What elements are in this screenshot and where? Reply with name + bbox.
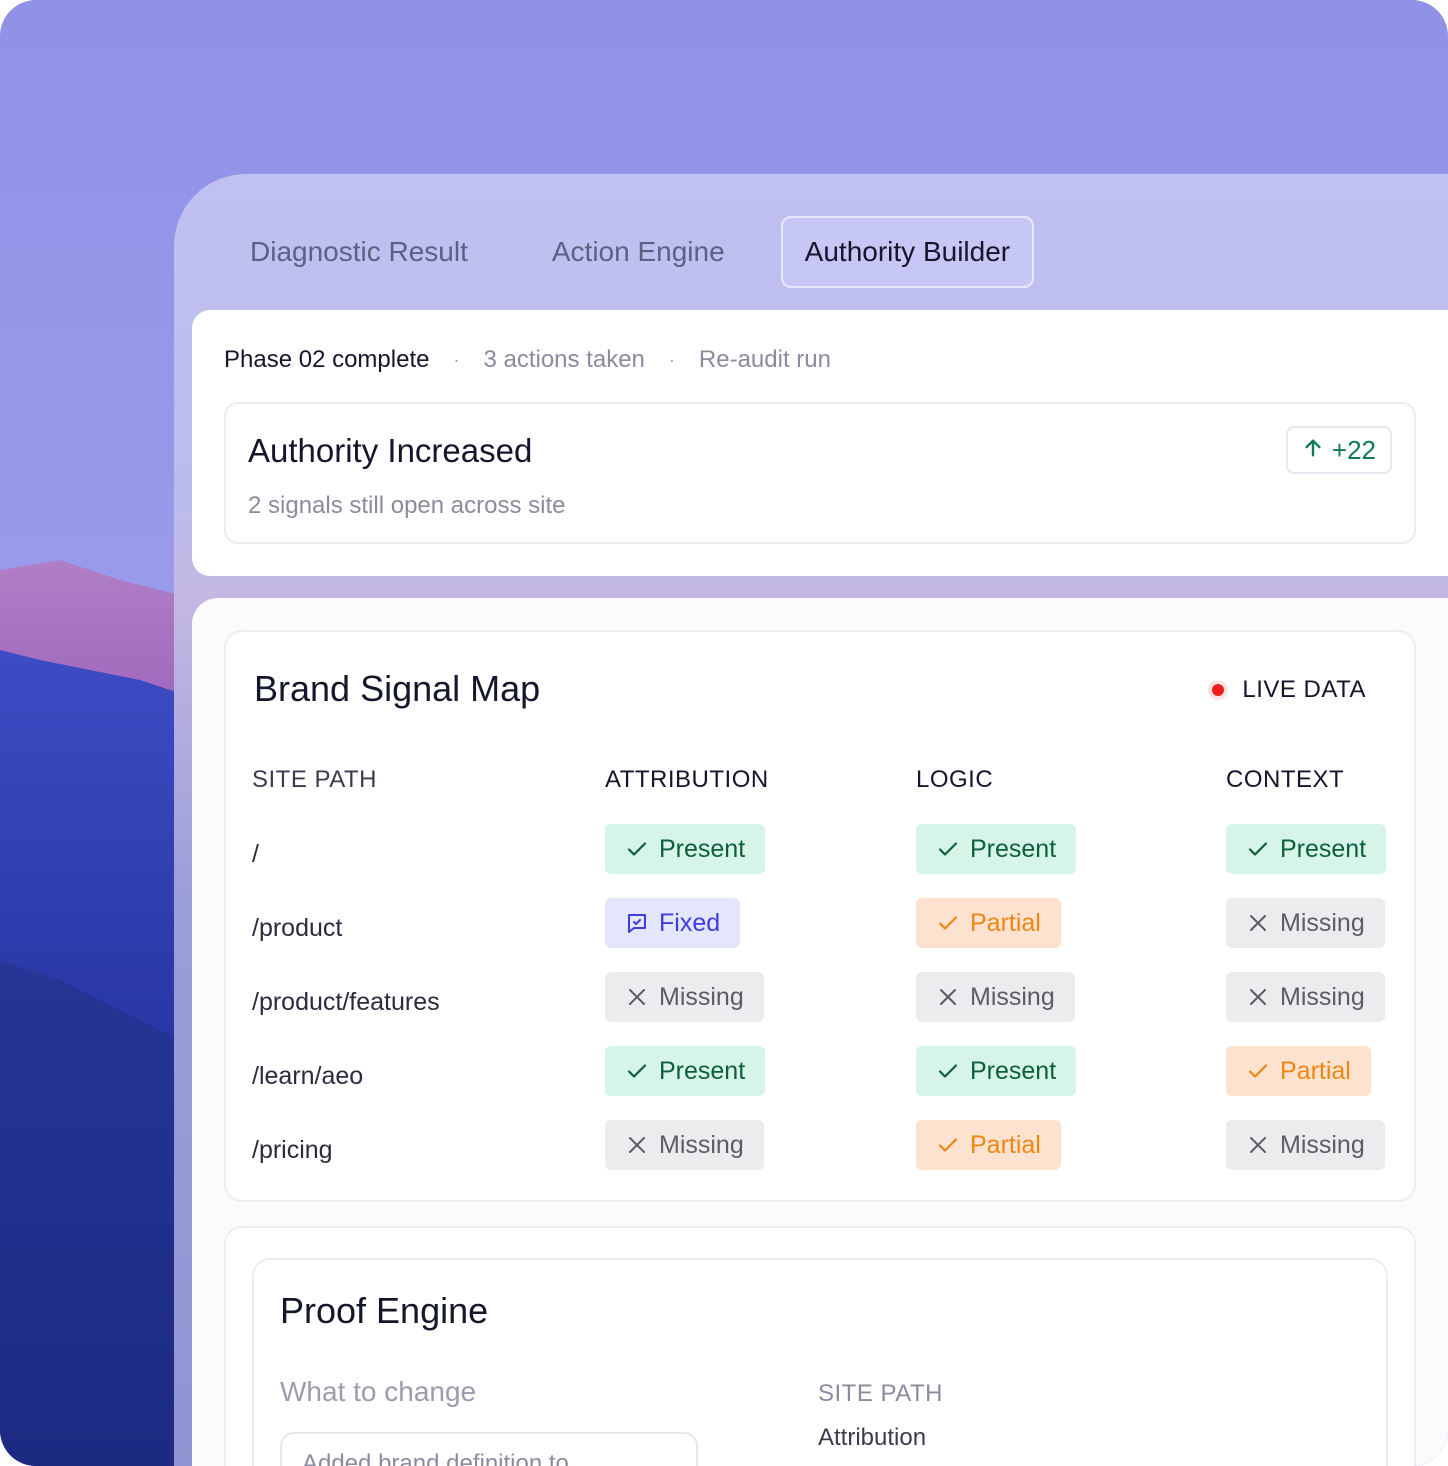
- status-pill-logic[interactable]: Partial: [916, 1120, 1061, 1170]
- status-pill-label: Partial: [970, 908, 1041, 937]
- tab-action-engine[interactable]: Action Engine: [510, 216, 767, 288]
- status-pill-label: Partial: [970, 1130, 1041, 1159]
- check-icon: [936, 837, 960, 861]
- status-pill-logic[interactable]: Present: [916, 1046, 1077, 1096]
- status-pill-context[interactable]: Partial: [1226, 1046, 1371, 1096]
- check-icon: [936, 911, 960, 935]
- status-pill-logic[interactable]: Partial: [916, 898, 1061, 948]
- tab-bar: Diagnostic Result Action Engine Authorit…: [208, 216, 1035, 288]
- status-pill-label: Partial: [1280, 1056, 1351, 1085]
- arrow-up-icon: [1302, 435, 1324, 466]
- separator-dot: ·: [453, 349, 460, 370]
- row-site-path: /: [252, 840, 259, 868]
- brand-signal-map: Brand Signal Map LIVE DATA SITE PATH ATT…: [224, 630, 1416, 1202]
- proof-attribution-label: Attribution: [818, 1424, 927, 1451]
- proof-engine-card: Proof Engine What to change SITE PATH At…: [252, 1258, 1388, 1466]
- status-pill-context[interactable]: Missing: [1226, 1120, 1385, 1170]
- authority-subtitle: 2 signals still open across site: [248, 492, 566, 519]
- column-header-context: CONTEXT: [1226, 766, 1345, 793]
- main-card: Brand Signal Map LIVE DATA SITE PATH ATT…: [192, 598, 1448, 1466]
- check-icon: [936, 1059, 960, 1083]
- reaudit-status: Re-audit run: [698, 346, 831, 373]
- status-pill-context[interactable]: Missing: [1226, 898, 1385, 948]
- status-pill-label: Missing: [1280, 1130, 1365, 1159]
- score-delta-badge: +22: [1285, 426, 1392, 474]
- live-data-indicator: LIVE DATA: [1212, 676, 1366, 704]
- what-to-change-label: What to change: [280, 1376, 477, 1407]
- status-pill-attribution[interactable]: Present: [605, 1046, 766, 1096]
- x-icon: [936, 985, 960, 1009]
- row-site-path: /learn/aeo: [252, 1062, 364, 1090]
- x-icon: [1246, 985, 1270, 1009]
- x-icon: [1246, 1133, 1270, 1157]
- signal-map-title: Brand Signal Map: [254, 668, 541, 709]
- change-description-text: Added brand definition to: [302, 1450, 569, 1466]
- check-icon: [625, 1059, 649, 1083]
- status-card: Phase 02 complete · 3 actions taken · Re…: [192, 310, 1448, 576]
- live-dot-icon: [1212, 684, 1225, 696]
- column-header-logic: LOGIC: [916, 766, 994, 793]
- status-pill-label: Missing: [659, 982, 744, 1011]
- status-pill-label: Present: [659, 1056, 746, 1085]
- change-description-field[interactable]: Added brand definition to: [280, 1432, 698, 1466]
- status-pill-logic[interactable]: Present: [916, 824, 1077, 874]
- background-mountain: [0, 960, 200, 1466]
- status-pill-attribution[interactable]: Missing: [605, 1120, 764, 1170]
- authority-card: Authority Increased 2 signals still open…: [224, 402, 1416, 544]
- separator-dot: ·: [668, 349, 675, 370]
- row-site-path: /product/features: [252, 988, 440, 1016]
- tab-authority-builder[interactable]: Authority Builder: [780, 216, 1035, 288]
- x-icon: [625, 1133, 649, 1157]
- status-pill-label: Present: [970, 1056, 1057, 1085]
- status-pill-label: Present: [970, 834, 1057, 863]
- check-icon: [1246, 1059, 1270, 1083]
- chat-check-icon: [625, 911, 649, 935]
- check-icon: [625, 837, 649, 861]
- x-icon: [1246, 911, 1270, 935]
- status-pill-label: Missing: [1280, 982, 1365, 1011]
- check-icon: [1246, 837, 1270, 861]
- tab-diagnostic-result[interactable]: Diagnostic Result: [208, 216, 510, 288]
- proof-engine-title: Proof Engine: [280, 1290, 489, 1331]
- phase-status: Phase 02 complete: [224, 346, 430, 373]
- row-site-path: /product: [252, 914, 343, 942]
- column-header-attribution: ATTRIBUTION: [605, 766, 769, 793]
- background-frame: Diagnostic Result Action Engine Authorit…: [0, 0, 1448, 1466]
- status-pill-context[interactable]: Present: [1226, 824, 1387, 874]
- status-pill-label: Present: [1280, 834, 1367, 863]
- status-pill-label: Missing: [970, 982, 1055, 1011]
- proof-engine-section: Proof Engine What to change SITE PATH At…: [224, 1226, 1416, 1466]
- live-data-label: LIVE DATA: [1242, 676, 1366, 703]
- proof-site-path-label: SITE PATH: [818, 1380, 943, 1407]
- score-delta-value: +22: [1331, 434, 1376, 465]
- authority-title: Authority Increased: [248, 432, 533, 469]
- x-icon: [625, 985, 649, 1009]
- status-pill-attribution[interactable]: Present: [605, 824, 766, 874]
- status-pill-logic[interactable]: Missing: [916, 972, 1075, 1022]
- status-pill-context[interactable]: Missing: [1226, 972, 1385, 1022]
- status-pill-label: Fixed: [659, 908, 721, 937]
- check-icon: [936, 1133, 960, 1157]
- column-header-site-path: SITE PATH: [252, 766, 377, 793]
- status-pill-label: Present: [659, 834, 746, 863]
- status-pill-label: Missing: [659, 1130, 744, 1159]
- status-meta: Phase 02 complete · 3 actions taken · Re…: [224, 346, 831, 374]
- status-pill-attribution[interactable]: Missing: [605, 972, 764, 1022]
- actions-count: 3 actions taken: [483, 346, 645, 373]
- status-pill-label: Missing: [1280, 908, 1365, 937]
- row-site-path: /pricing: [252, 1136, 333, 1164]
- status-pill-attribution[interactable]: Fixed: [605, 898, 741, 948]
